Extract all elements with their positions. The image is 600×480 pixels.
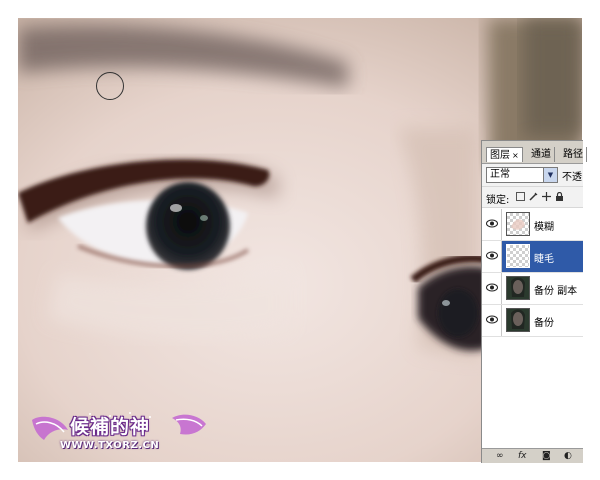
layers-panel: 图层 × 通道 路径 正常 ▼ 不透 锁定: 模糊 睫毛 备份 副本 备份 ∞ … [481, 140, 587, 463]
watermark-url: WWW.TXORZ.CN [60, 440, 160, 451]
fx-icon[interactable]: fx [518, 450, 527, 462]
panel-bottom-bar: ∞ fx ◙ ◐ [482, 448, 583, 463]
blend-mode-select[interactable]: 正常 ▼ [486, 167, 558, 183]
lock-label: 锁定: [486, 195, 510, 206]
eye-icon[interactable] [482, 305, 502, 336]
blend-mode-value: 正常 [490, 169, 510, 180]
chevron-down-icon[interactable]: ▼ [543, 168, 557, 182]
lock-transparent-icon[interactable] [516, 192, 525, 201]
blend-mode-row: 正常 ▼ 不透 [482, 164, 583, 187]
lock-move-icon[interactable] [542, 192, 551, 201]
layers-list: 模糊 睫毛 备份 副本 备份 [482, 209, 583, 337]
layer-name: 睫毛 [534, 254, 554, 265]
eye-icon[interactable] [482, 209, 502, 240]
eye-icon[interactable] [482, 273, 502, 304]
tab-layers-label: 图层 [490, 150, 510, 161]
layer-row-blur[interactable]: 模糊 [482, 209, 583, 241]
tab-channels[interactable]: 通道 [528, 147, 555, 162]
tab-channels-label: 通道 [531, 149, 551, 160]
close-icon[interactable]: × [512, 151, 519, 160]
link-layers-icon[interactable]: ∞ [496, 450, 504, 462]
watermark-title: 候補的神 [70, 416, 151, 438]
lock-row: 锁定: [482, 187, 583, 208]
lock-all-icon[interactable] [555, 191, 564, 201]
layer-thumbnail [506, 212, 530, 236]
panel-tabs: 图层 × 通道 路径 [482, 141, 587, 164]
tab-layers[interactable]: 图层 × [486, 147, 523, 162]
layer-name: 备份 副本 [534, 286, 578, 297]
layer-row-eyelash[interactable]: 睫毛 [482, 241, 583, 273]
lock-paint-icon[interactable] [529, 192, 538, 201]
mask-icon[interactable]: ◙ [542, 450, 551, 462]
layer-row-backup[interactable]: 备份 [482, 305, 583, 337]
layer-thumbnail [506, 244, 530, 268]
tab-paths[interactable]: 路径 [560, 147, 587, 162]
layer-row-backup-copy[interactable]: 备份 副本 [482, 273, 583, 305]
layer-thumbnail [506, 308, 530, 332]
opacity-label: 不透 [562, 172, 582, 183]
adjustment-icon[interactable]: ◐ [564, 450, 572, 462]
layer-name: 模糊 [534, 222, 554, 233]
brush-cursor [96, 72, 124, 100]
watermark-logo: 候補的神 WWW.TXORZ.CN [30, 410, 210, 462]
eye-icon[interactable] [482, 241, 502, 272]
layer-name: 备份 [534, 318, 554, 329]
tab-paths-label: 路径 [563, 149, 583, 160]
layer-thumbnail [506, 276, 530, 300]
